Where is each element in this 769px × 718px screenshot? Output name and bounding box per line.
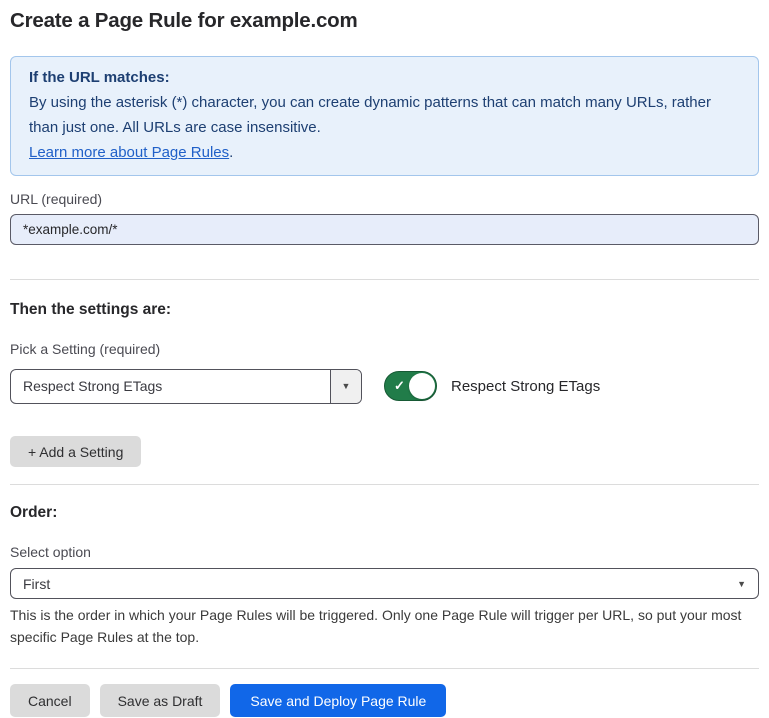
divider bbox=[10, 484, 759, 485]
save-as-draft-button[interactable]: Save as Draft bbox=[100, 684, 221, 717]
setting-row: Respect Strong ETags ▼ ✓ Respect Strong … bbox=[10, 368, 759, 404]
chevron-down-icon: ▼ bbox=[737, 579, 746, 589]
check-icon: ✓ bbox=[394, 378, 405, 394]
page-title: Create a Page Rule for example.com bbox=[10, 8, 759, 34]
action-button-row: Cancel Save as Draft Save and Deploy Pag… bbox=[10, 684, 759, 717]
setting-dropdown-arrow[interactable]: ▼ bbox=[330, 370, 361, 403]
info-box-heading: If the URL matches: bbox=[29, 65, 740, 90]
add-setting-button[interactable]: + Add a Setting bbox=[10, 436, 141, 467]
info-box-body: By using the asterisk (*) character, you… bbox=[29, 90, 740, 140]
order-dropdown-value: First bbox=[23, 576, 737, 592]
setting-dropdown-value: Respect Strong ETags bbox=[11, 370, 330, 403]
save-and-deploy-button[interactable]: Save and Deploy Page Rule bbox=[230, 684, 446, 717]
url-match-info-box: If the URL matches: By using the asteris… bbox=[10, 56, 759, 176]
setting-dropdown[interactable]: Respect Strong ETags ▼ bbox=[10, 369, 362, 404]
setting-toggle-label: Respect Strong ETags bbox=[451, 378, 600, 395]
page-rule-form: Create a Page Rule for example.com If th… bbox=[0, 8, 769, 717]
url-field-label: URL (required) bbox=[10, 191, 759, 208]
pick-setting-label: Pick a Setting (required) bbox=[10, 341, 759, 358]
divider bbox=[10, 668, 759, 669]
settings-section-heading: Then the settings are: bbox=[10, 300, 759, 319]
chevron-down-icon: ▼ bbox=[342, 381, 351, 391]
cancel-button[interactable]: Cancel bbox=[10, 684, 90, 717]
order-section-heading: Order: bbox=[10, 503, 759, 522]
setting-toggle[interactable]: ✓ bbox=[384, 371, 437, 401]
url-input[interactable] bbox=[10, 214, 759, 245]
info-box-link-line: Learn more about Page Rules. bbox=[29, 140, 740, 165]
order-select-label: Select option bbox=[10, 544, 759, 561]
link-suffix: . bbox=[229, 144, 233, 161]
divider bbox=[10, 279, 759, 280]
learn-more-link[interactable]: Learn more about Page Rules bbox=[29, 144, 229, 161]
order-dropdown[interactable]: First ▼ bbox=[10, 568, 759, 599]
toggle-knob[interactable] bbox=[409, 373, 435, 399]
order-help-text: This is the order in which your Page Rul… bbox=[10, 604, 755, 648]
